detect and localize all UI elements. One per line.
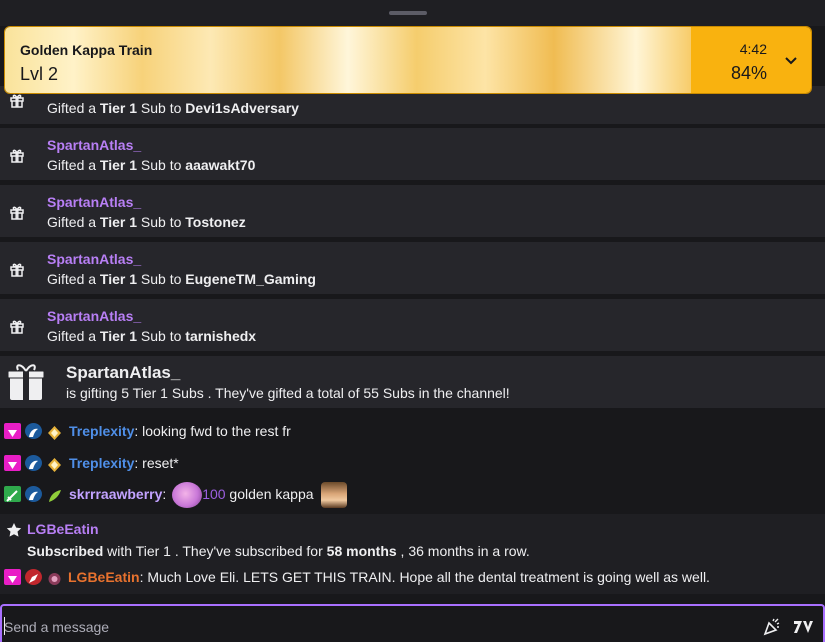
- chat-username[interactable]: Treplexity: [69, 455, 134, 471]
- chat-text: : Much Love Eli. LETS GET THIS TRAIN. Ho…: [139, 569, 710, 585]
- gift-message: Gifted a Tier 1 Sub to Tostonez: [47, 214, 246, 230]
- gift-icon: [10, 94, 24, 108]
- chat-text: : reset*: [134, 455, 179, 471]
- badge-list: [4, 569, 63, 585]
- gift-row: SpartanAtlas_ Gifted a Tier 1 Sub to aaa…: [0, 128, 825, 180]
- hype-train-progress: Golden Kappa Train Lvl 2: [5, 27, 691, 93]
- hype-train-percent: 84%: [730, 63, 767, 83]
- gift-icon: [10, 263, 24, 277]
- resub-notice: LGBeEatin Subscribed with Tier 1 . They'…: [0, 514, 825, 594]
- party-popper-icon[interactable]: [763, 618, 781, 636]
- chat-username[interactable]: skrrraawberry: [69, 486, 162, 502]
- gift-icon: [10, 206, 24, 220]
- gifter-name[interactable]: SpartanAtlas_: [47, 137, 141, 153]
- gem-badge-icon[interactable]: [4, 569, 21, 585]
- wing-badge-icon[interactable]: [25, 455, 42, 471]
- chat-username[interactable]: Treplexity: [69, 423, 134, 439]
- gem-badge-icon[interactable]: [4, 423, 21, 439]
- golden-kappa-emote-icon[interactable]: [321, 482, 348, 509]
- subscriber-name[interactable]: LGBeEatin: [27, 521, 99, 537]
- mystery-gift-notice: SpartanAtlas_ is gifting 5 Tier 1 Subs .…: [0, 356, 825, 408]
- chat-header-bar: [0, 0, 825, 26]
- cheer-amount: 100: [202, 486, 226, 502]
- gift-icon: [10, 149, 24, 163]
- wing-badge-icon[interactable]: [25, 486, 42, 502]
- gifter-name[interactable]: SpartanAtlas_: [66, 363, 180, 383]
- cheer-emote-icon[interactable]: [172, 482, 203, 509]
- gift-row: SpartanAtlas_ Gifted a Tier 1 Sub to Tos…: [0, 185, 825, 237]
- chat-message: Treplexity: looking fwd to the rest fr: [0, 418, 825, 444]
- seventv-icon[interactable]: [793, 619, 813, 635]
- gift-row: SpartanAtlas_ Gifted a Tier 1 Sub to Eug…: [0, 242, 825, 294]
- gifter-name[interactable]: SpartanAtlas_: [47, 308, 141, 324]
- gem-badge-icon[interactable]: [4, 455, 21, 471]
- hype-train-banner[interactable]: Golden Kappa Train Lvl 2 4:42 84%: [4, 26, 812, 94]
- gold-diamond-badge-icon[interactable]: [46, 423, 63, 440]
- gift-icon: [10, 320, 24, 334]
- mystery-gift-text: is gifting 5 Tier 1 Subs . They've gifte…: [66, 385, 510, 401]
- chevron-down-icon[interactable]: [783, 52, 799, 68]
- gift-message: Gifted a Tier 1 Sub to aaawakt70: [47, 157, 256, 173]
- gift-message: Gifted a Tier 1 Sub to Devi1sAdversary: [47, 100, 299, 116]
- chat-text: :: [162, 486, 167, 502]
- gift-row: SpartanAtlas_ Gifted a Tier 1 Sub to tar…: [0, 299, 825, 351]
- resub-text: Subscribed with Tier 1 . They've subscri…: [27, 543, 530, 559]
- chat-message-input[interactable]: [4, 616, 744, 638]
- hype-train-title: Golden Kappa Train: [20, 42, 153, 58]
- badge-list: [4, 486, 63, 502]
- chat-text: golden kappa: [225, 486, 314, 502]
- gift-message: Gifted a Tier 1 Sub to EugeneTM_Gaming: [47, 271, 316, 287]
- gifter-name[interactable]: SpartanAtlas_: [47, 251, 141, 267]
- leaf-badge-icon[interactable]: [46, 486, 63, 502]
- wing-badge-icon[interactable]: [25, 423, 42, 439]
- sword-badge-icon[interactable]: [4, 486, 21, 502]
- gift-message: Gifted a Tier 1 Sub to tarnishedx: [47, 328, 257, 344]
- hype-train-status: 4:42 84%: [691, 27, 811, 93]
- hype-train-level: Lvl 2: [20, 64, 59, 84]
- star-icon: [6, 523, 22, 537]
- chat-message: Treplexity: reset*: [0, 450, 825, 476]
- gold-diamond-badge-icon[interactable]: [46, 455, 63, 472]
- chat-input-box: [0, 604, 825, 642]
- flower-badge-icon[interactable]: [46, 569, 63, 585]
- chat-message: LGBeEatin: Much Love Eli. LETS GET THIS …: [0, 564, 825, 590]
- badge-list: [4, 455, 63, 472]
- gifter-name[interactable]: SpartanAtlas_: [47, 194, 141, 210]
- hype-train-timer: 4:42: [739, 41, 767, 57]
- chat-text: : looking fwd to the rest fr: [134, 423, 291, 439]
- chat-message: skrrraawberry: 100 golden kappa: [0, 481, 825, 509]
- badge-list: [4, 423, 63, 440]
- rocket-badge-icon[interactable]: [25, 569, 42, 585]
- chat-username[interactable]: LGBeEatin: [68, 569, 140, 585]
- drag-handle[interactable]: [389, 11, 427, 15]
- gift-box-icon: [7, 364, 45, 400]
